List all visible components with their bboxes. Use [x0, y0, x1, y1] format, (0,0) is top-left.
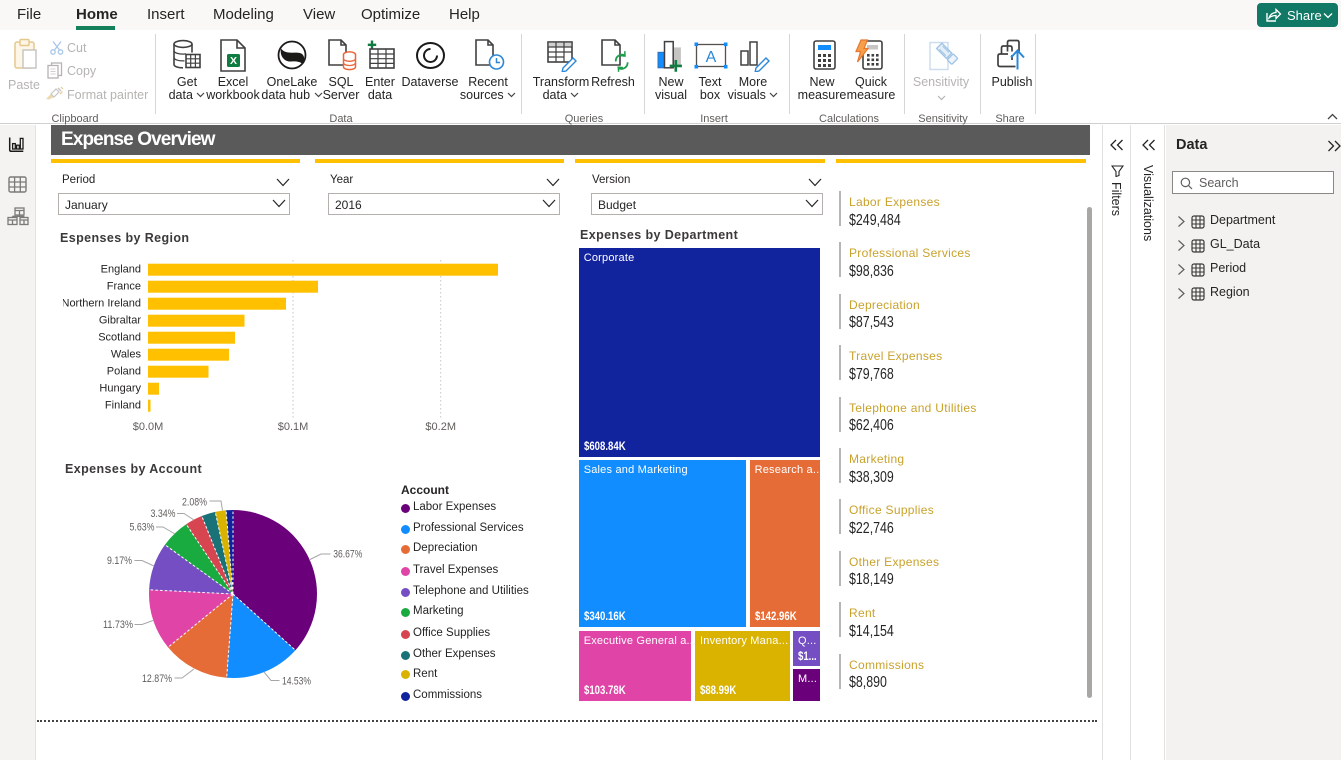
svg-text:A: A	[706, 49, 717, 66]
svg-text:England: England	[101, 264, 141, 276]
svg-text:$0.0M: $0.0M	[133, 421, 164, 433]
svg-text:12.87%: 12.87%	[142, 673, 172, 685]
svg-text:9.17%: 9.17%	[107, 555, 132, 567]
svg-text:5.63%: 5.63%	[130, 522, 155, 534]
svg-text:Hungary: Hungary	[99, 383, 141, 395]
svg-text:Scotland: Scotland	[98, 332, 141, 344]
svg-text:36.67%: 36.67%	[333, 549, 362, 561]
svg-text:Poland: Poland	[107, 366, 141, 378]
svg-text:11.73%: 11.73%	[103, 619, 133, 631]
svg-text:X: X	[230, 55, 237, 67]
svg-text:3.34%: 3.34%	[151, 508, 176, 520]
svg-text:Finland: Finland	[105, 400, 141, 412]
svg-text:Wales: Wales	[111, 349, 142, 361]
svg-text:14.53%: 14.53%	[282, 676, 311, 688]
svg-text:Northern Ireland: Northern Ireland	[63, 298, 141, 310]
svg-text:Gibraltar: Gibraltar	[99, 315, 142, 327]
svg-text:France: France	[107, 281, 141, 293]
svg-text:2.08%: 2.08%	[182, 497, 207, 509]
svg-text:$0.1M: $0.1M	[278, 421, 309, 433]
svg-text:$0.2M: $0.2M	[425, 421, 456, 433]
